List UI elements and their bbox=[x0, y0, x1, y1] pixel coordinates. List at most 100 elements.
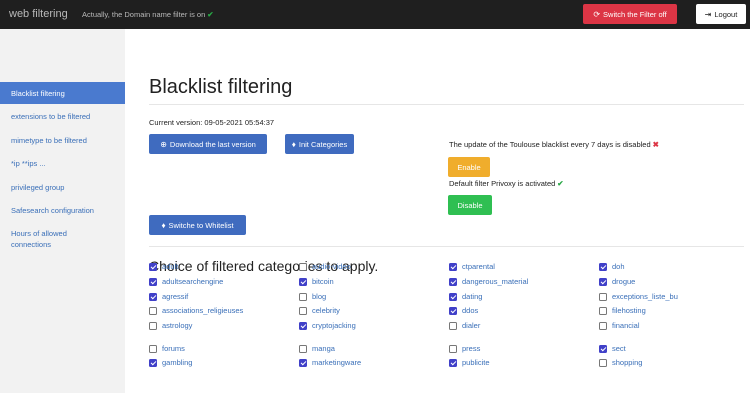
category-checkbox[interactable] bbox=[599, 277, 607, 286]
category-label: blog bbox=[312, 292, 327, 301]
category-label: dangerous_material bbox=[462, 277, 529, 286]
sidebar-item-safesearch[interactable]: Safesearch configuration bbox=[0, 205, 125, 216]
category-item[interactable]: exceptions_liste_bu bbox=[599, 292, 678, 301]
category-item[interactable]: dialer bbox=[449, 321, 480, 330]
category-item[interactable]: cryptojacking bbox=[299, 321, 356, 330]
sidebar-item-extensions[interactable]: extensions to be filtered bbox=[0, 111, 125, 122]
category-item[interactable]: adult bbox=[149, 262, 178, 271]
category-item[interactable]: financial bbox=[599, 321, 640, 330]
category-checkbox[interactable] bbox=[599, 292, 607, 301]
category-checkbox[interactable] bbox=[299, 262, 307, 271]
current-version: Current version: 09-05-2021 05:54:37 bbox=[149, 118, 275, 127]
category-item[interactable]: blog bbox=[299, 292, 326, 301]
toulouse-status-text: The update of the Toulouse blacklist eve… bbox=[449, 140, 651, 149]
category-checkbox[interactable] bbox=[449, 306, 457, 315]
category-label: drogue bbox=[612, 277, 636, 286]
category-checkbox[interactable] bbox=[149, 262, 157, 271]
category-item[interactable]: ddos bbox=[449, 306, 478, 315]
category-item[interactable]: dating bbox=[449, 292, 482, 301]
category-item[interactable]: dangerous_material bbox=[449, 277, 528, 286]
category-item[interactable]: audio-video bbox=[299, 262, 351, 271]
category-label: press bbox=[462, 344, 481, 353]
category-checkbox[interactable] bbox=[449, 277, 457, 286]
category-checkbox[interactable] bbox=[299, 344, 307, 353]
fire-icon: ♦ bbox=[161, 220, 166, 230]
category-checkbox[interactable] bbox=[299, 277, 307, 286]
category-checkbox[interactable] bbox=[449, 321, 457, 330]
category-item[interactable]: manga bbox=[299, 344, 335, 353]
logout-label: Logout bbox=[714, 9, 738, 19]
sidebar-item-blacklist-filtering[interactable]: Blacklist filtering bbox=[0, 82, 125, 104]
category-checkbox[interactable] bbox=[599, 358, 607, 367]
category-label: financial bbox=[612, 321, 640, 330]
category-label: publicite bbox=[462, 358, 490, 367]
whitelist-label: Switche to Whitelist bbox=[168, 220, 234, 230]
category-checkbox[interactable] bbox=[599, 306, 607, 315]
brand-title[interactable]: web filtering bbox=[9, 8, 68, 20]
category-checkbox[interactable] bbox=[449, 292, 457, 301]
category-label: exceptions_liste_bu bbox=[612, 292, 678, 301]
category-item[interactable]: ctparental bbox=[449, 262, 495, 271]
category-checkbox[interactable] bbox=[149, 292, 157, 301]
enable-button[interactable]: Enable bbox=[448, 157, 490, 177]
category-checkbox[interactable] bbox=[299, 306, 307, 315]
category-item[interactable]: press bbox=[449, 344, 480, 353]
category-item[interactable]: agressif bbox=[149, 292, 188, 301]
sidebar-item-mimetype[interactable]: mimetype to be filtered bbox=[0, 135, 125, 146]
category-checkbox[interactable] bbox=[299, 358, 307, 367]
category-item[interactable]: gambling bbox=[149, 358, 192, 367]
category-checkbox[interactable] bbox=[149, 321, 157, 330]
category-checkbox[interactable] bbox=[449, 262, 457, 271]
category-label: filehosting bbox=[612, 306, 646, 315]
switch-filter-off-button[interactable]: ⟳ Switch the Filter off bbox=[583, 4, 677, 24]
category-checkbox[interactable] bbox=[149, 344, 157, 353]
category-checkbox[interactable] bbox=[449, 344, 457, 353]
category-item[interactable]: sect bbox=[599, 344, 626, 353]
category-label: ctparental bbox=[462, 262, 495, 271]
category-checkbox[interactable] bbox=[449, 358, 457, 367]
category-item[interactable]: adultsearchengine bbox=[149, 277, 223, 286]
category-item[interactable]: filehosting bbox=[599, 306, 646, 315]
category-checkbox[interactable] bbox=[599, 344, 607, 353]
logout-button[interactable]: ⇥ Logout bbox=[696, 4, 746, 24]
category-checkbox[interactable] bbox=[149, 277, 157, 286]
sidebar-item-ip[interactable]: *ip **ips ... bbox=[0, 158, 125, 169]
main-content: Blacklist filtering Current version: 09-… bbox=[125, 29, 750, 393]
disable-button[interactable]: Disable bbox=[448, 195, 492, 215]
category-item[interactable]: astrology bbox=[149, 321, 192, 330]
download-last-version-button[interactable]: ⊕ Download the last version bbox=[149, 134, 267, 154]
category-item[interactable]: shopping bbox=[599, 358, 642, 367]
category-item[interactable]: drogue bbox=[599, 277, 635, 286]
divider bbox=[149, 246, 744, 247]
category-checkbox[interactable] bbox=[599, 262, 607, 271]
category-checkbox[interactable] bbox=[149, 358, 157, 367]
category-label: astrology bbox=[162, 321, 193, 330]
category-label: ddos bbox=[462, 306, 479, 315]
category-label: sect bbox=[612, 344, 626, 353]
download-icon: ⊕ bbox=[160, 139, 167, 149]
check-icon: ✔ bbox=[557, 179, 564, 188]
category-item[interactable]: bitcoin bbox=[299, 277, 334, 286]
category-item[interactable]: forums bbox=[149, 344, 185, 353]
switch-filter-label: Switch the Filter off bbox=[603, 9, 667, 19]
category-label: adultsearchengine bbox=[162, 277, 224, 286]
category-checkbox[interactable] bbox=[299, 321, 307, 330]
category-checkbox[interactable] bbox=[599, 321, 607, 330]
divider bbox=[149, 104, 744, 105]
category-item[interactable]: associations_religieuses bbox=[149, 306, 243, 315]
sidebar-item-privileged-group[interactable]: privileged group bbox=[0, 182, 125, 193]
sidebar-item-hours-allowed[interactable]: Hours of allowed connections bbox=[0, 228, 125, 250]
category-label: dating bbox=[462, 292, 483, 301]
category-checkbox[interactable] bbox=[149, 306, 157, 315]
category-item[interactable]: doh bbox=[599, 262, 625, 271]
init-categories-button[interactable]: ♦ Init Categories bbox=[285, 134, 354, 154]
category-item[interactable]: celebrity bbox=[299, 306, 340, 315]
category-item[interactable]: marketingware bbox=[299, 358, 361, 367]
sidebar: Blacklist filtering extensions to be fil… bbox=[0, 29, 125, 393]
category-label: adult bbox=[162, 262, 179, 271]
category-item[interactable]: publicite bbox=[449, 358, 490, 367]
category-checkbox[interactable] bbox=[299, 292, 307, 301]
switch-to-whitelist-button[interactable]: ♦ Switche to Whitelist bbox=[149, 215, 246, 235]
cross-icon: ✖ bbox=[652, 140, 659, 149]
top-navbar: web filtering Actually, the Domain name … bbox=[0, 0, 750, 29]
